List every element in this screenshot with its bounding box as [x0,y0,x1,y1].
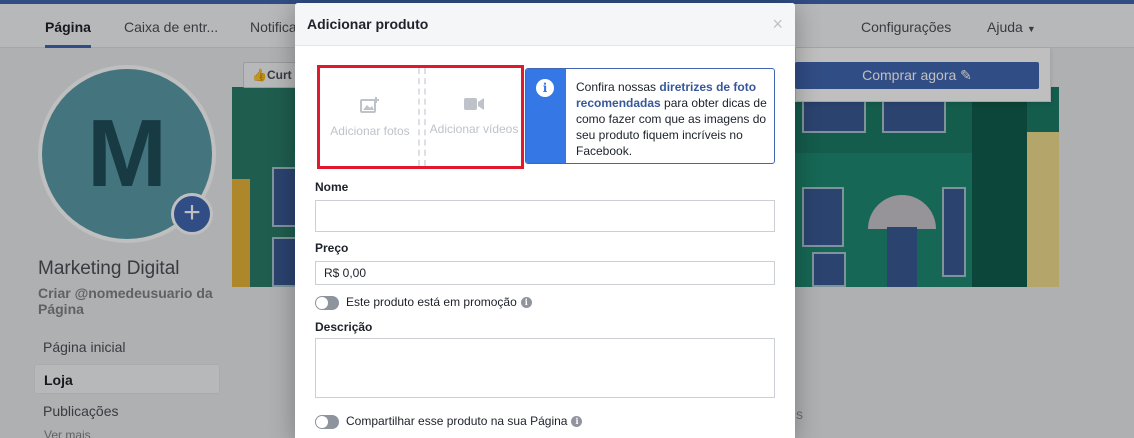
promo-toggle[interactable] [315,295,339,310]
toggle-knob [316,415,328,428]
notice-text-before: Confira nossas [576,80,660,94]
product-name-input[interactable] [315,200,775,232]
price-label: Preço [315,241,349,255]
toggle-knob [316,296,328,309]
media-upload-area: Adicionar fotos Adicionar vídeos [317,65,524,169]
info-help-icon[interactable]: i [571,416,583,428]
product-price-input[interactable] [315,261,775,285]
add-photos-button[interactable]: Adicionar fotos [320,68,420,166]
product-description-input[interactable] [315,338,775,398]
add-videos-button[interactable]: Adicionar vídeos [424,68,524,166]
add-videos-label: Adicionar vídeos [429,122,519,136]
add-photos-label: Adicionar fotos [330,124,410,138]
promo-label: Este produto está em promoção [346,295,517,309]
info-icon: i [536,79,554,97]
notice-text: Confira nossas diretrizes de foto recome… [576,79,768,159]
dialog-header: Adicionar produto × [295,3,795,46]
share-row: Compartilhar esse produto na sua Página i [315,413,583,429]
description-label: Descrição [315,320,373,334]
notice-accent-bar: i [526,69,566,163]
name-label: Nome [315,180,349,194]
promo-row: Este produto está em promoção i [315,294,532,310]
dialog-title: Adicionar produto [307,16,429,32]
image-plus-icon [320,96,420,118]
add-product-dialog: Adicionar produto × Adicionar fotos Adic… [295,3,795,438]
close-icon[interactable]: × [772,14,783,34]
media-divider [418,68,420,166]
share-toggle[interactable] [315,414,339,429]
share-label: Compartilhar esse produto na sua Página [346,414,568,428]
photo-guidelines-notice: i Confira nossas diretrizes de foto reco… [525,68,775,164]
info-help-icon[interactable]: i [520,297,532,309]
video-camera-icon [424,96,524,116]
